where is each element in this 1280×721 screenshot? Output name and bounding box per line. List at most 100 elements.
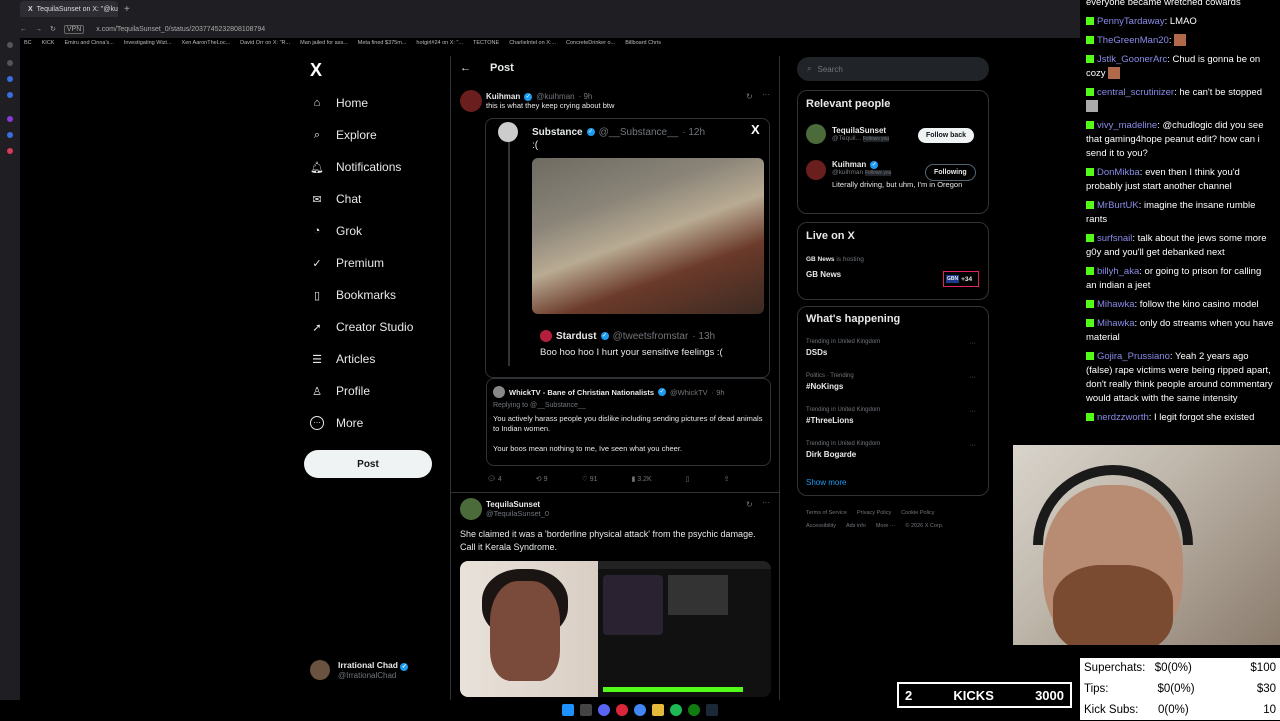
nav-chat[interactable]: ✉ Chat	[310, 190, 361, 208]
sidebar-app-icon[interactable]	[7, 132, 13, 138]
tweet[interactable]: TequilaSunset @TequilaSunset_0	[460, 498, 549, 520]
reload-icon[interactable]: ↻	[50, 25, 56, 33]
url-bar[interactable]: x.com/TequilaSunset_0/status/20377452328…	[96, 26, 265, 33]
tweet-author[interactable]: TequilaSunset	[486, 500, 549, 509]
sidebar-app-icon[interactable]	[7, 76, 13, 82]
nav-articles[interactable]: ☰ Articles	[310, 350, 375, 368]
chat-username[interactable]: MrBurtUK	[1097, 200, 1139, 211]
avatar[interactable]	[498, 122, 518, 142]
bookmark-item[interactable]: TECTONE	[473, 40, 499, 50]
back-icon[interactable]: ←	[20, 26, 27, 33]
follow-back-button[interactable]: Follow back	[918, 128, 975, 143]
vpn-badge[interactable]: VPN	[63, 24, 85, 34]
live-title[interactable]: GB News	[806, 270, 841, 279]
tweet-time[interactable]: · 13h	[692, 331, 715, 342]
live-host-row[interactable]: GB News is hosting	[806, 256, 864, 263]
search-icon[interactable]	[580, 704, 592, 716]
grok-icon[interactable]: ↻	[746, 500, 753, 509]
nav-explore[interactable]: ⌕ Explore	[310, 126, 377, 144]
bookmark-item[interactable]: ConcreteDrinker o...	[566, 40, 615, 50]
more-icon[interactable]: ···	[762, 498, 770, 507]
avatar[interactable]	[460, 90, 482, 112]
bookmark-item[interactable]: CharlieIntel on X:...	[509, 40, 556, 50]
chat-username[interactable]: Mihawka	[1097, 318, 1135, 329]
nav-profile[interactable]: ♙ Profile	[310, 382, 370, 400]
trend-item[interactable]: Politics · Trending #NoKings	[806, 373, 854, 391]
footer-link[interactable]: Ads info	[846, 523, 866, 529]
bookmark-item[interactable]: BC	[24, 40, 32, 50]
x-logo[interactable]: X	[310, 60, 322, 81]
windows-start-icon[interactable]	[562, 704, 574, 716]
tweet-handle[interactable]: @TequilaSunset_0	[486, 509, 549, 518]
trend-item[interactable]: Trending in United Kingdom Dirk Bogarde	[806, 441, 880, 459]
browser-tab[interactable]: X TequilaSunset on X: "@ku	[20, 1, 118, 17]
avatar[interactable]	[460, 498, 482, 520]
grok-icon[interactable]: ↻	[746, 92, 753, 101]
tweet-handle[interactable]: @tweetsfromstar	[613, 331, 689, 342]
reply-button[interactable]: 💬︎ 4	[487, 475, 502, 483]
tweet-image[interactable]	[532, 158, 764, 314]
footer-link[interactable]: Cookie Policy	[901, 510, 934, 516]
search-input[interactable]: ⌕ Search	[797, 57, 989, 81]
show-more-link[interactable]: Show more	[806, 478, 846, 487]
tweet-author[interactable]: Stardust	[556, 331, 597, 342]
footer-link[interactable]: Accessibility	[806, 523, 836, 529]
back-arrow-icon[interactable]: ←	[460, 62, 471, 74]
share-icon[interactable]: ⇪	[724, 475, 730, 483]
chat-username[interactable]: Jstlk_GoonerArc	[1097, 54, 1167, 65]
steam-icon[interactable]	[706, 704, 718, 716]
folder-icon[interactable]	[652, 704, 664, 716]
sidebar-app-icon[interactable]	[7, 60, 13, 66]
tweet[interactable]: Kuihman ✓ @kuihman · 9h this is what they k…	[460, 90, 614, 112]
spotify-icon[interactable]	[670, 704, 682, 716]
tweet-handle[interactable]: @WhickTV	[670, 388, 708, 397]
sidebar-app-icon[interactable]	[7, 92, 13, 98]
nav-bookmarks[interactable]: ▯ Bookmarks	[310, 286, 396, 304]
chat-username[interactable]: central_scrutinizer	[1097, 87, 1174, 98]
chrome-icon[interactable]	[634, 704, 646, 716]
chat-username[interactable]: Mihawka	[1097, 299, 1135, 310]
more-icon[interactable]: ···	[969, 442, 976, 449]
chat-username[interactable]: PennyTardaway	[1097, 16, 1165, 27]
more-icon[interactable]: ···	[969, 408, 976, 415]
tweet-time[interactable]: · 9h	[579, 92, 593, 101]
chat-username[interactable]: billyh_aka	[1097, 266, 1139, 277]
live-avatars[interactable]: GBN +34	[943, 271, 979, 287]
xbox-icon[interactable]	[688, 704, 700, 716]
new-tab-button[interactable]: +	[124, 4, 130, 15]
nav-creator-studio[interactable]: ➚ Creator Studio	[310, 318, 413, 336]
bookmark-item[interactable]: hotgirl#24 on X: "...	[416, 40, 463, 50]
more-icon[interactable]: ···	[762, 90, 770, 99]
more-icon[interactable]: ···	[969, 340, 976, 347]
sidebar-app-icon[interactable]	[7, 116, 13, 122]
chat-username[interactable]: Gojira_Prussiano	[1097, 351, 1170, 362]
discord-icon[interactable]	[598, 704, 610, 716]
tweet-handle[interactable]: @kuihman	[536, 92, 574, 101]
trend-item[interactable]: Trending in United Kingdom #ThreeLions	[806, 407, 880, 425]
tweet-handle[interactable]: @__Substance__	[599, 127, 679, 138]
opera-icon[interactable]	[616, 704, 628, 716]
footer-link[interactable]: Privacy Policy	[857, 510, 891, 516]
post-button[interactable]: Post	[304, 450, 432, 478]
footer-link[interactable]: Terms of Service	[806, 510, 847, 516]
footer-link[interactable]: More ···	[876, 523, 896, 529]
bookmark-item[interactable]: David Orr on X: "R...	[240, 40, 290, 50]
forward-icon[interactable]: →	[35, 26, 42, 33]
bookmark-item[interactable]: Billboard Chris	[625, 40, 661, 50]
person-row[interactable]: TequilaSunset @Tequil... Follows you	[806, 124, 912, 144]
sidebar-app-icon[interactable]	[7, 148, 13, 154]
nav-more[interactable]: ⋯ More	[310, 414, 363, 432]
tweet-author[interactable]: Substance	[532, 127, 583, 138]
chat-username[interactable]: DonMikba	[1097, 167, 1140, 178]
more-icon[interactable]: ···	[969, 374, 976, 381]
bookmark-item[interactable]: Man jailed for ass...	[300, 40, 348, 50]
trend-item[interactable]: Trending in United Kingdom DSDs	[806, 339, 880, 357]
bookmark-item[interactable]: Investigating Wizt...	[124, 40, 172, 50]
bookmark-item[interactable]: Emiru and Cinna's...	[64, 40, 113, 50]
reply-card[interactable]: WhickTV - Bane of Christian Nationalists…	[486, 378, 771, 466]
nav-grok[interactable]: ◔ Grok	[310, 222, 362, 240]
tweet-media[interactable]	[460, 561, 771, 697]
chat-username[interactable]: surfsnail	[1097, 233, 1132, 244]
views-count[interactable]: ▮ 3.2K	[632, 475, 652, 483]
bookmark-item[interactable]: Meta fined $375m...	[358, 40, 407, 50]
